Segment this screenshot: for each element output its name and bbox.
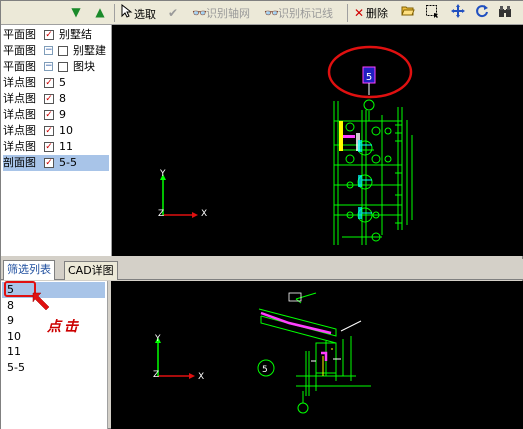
drawing-tree: 平面图 ✓ 别墅结 平面图 − 别墅建 平面图 − 图块 详点图 ✓ 5 详点图 ✓ 8 详点图 ✓ 9 详点图 ✓ 1… <box>1 25 112 256</box>
tree-row-type: 平面图 <box>3 28 36 41</box>
move-arrows-icon <box>451 4 465 23</box>
tab-cad-detail-label: CAD详图 <box>68 264 114 277</box>
axis-x-label: X <box>201 209 207 219</box>
tree-row-type: 详点图 <box>3 76 36 89</box>
tree-row-label: 10 <box>59 124 73 137</box>
axis-y-label: Y <box>159 169 166 179</box>
tree-toolbar: ▼ ▲ <box>1 1 112 25</box>
collapse-icon[interactable]: − <box>44 62 53 71</box>
box-select-icon <box>425 4 439 23</box>
app-window: ▼ ▲ 选取 ✔ 👓识别轴网 👓识别标记线 ✕ 删除 平面图 ✓ 别墅结 平面图… <box>0 0 523 429</box>
tree-row[interactable]: 平面图 − 图块 <box>3 59 109 75</box>
arrow-up-icon[interactable]: ▲ <box>93 5 107 19</box>
delete-x-icon: ✕ <box>353 6 365 20</box>
tree-row-label: 11 <box>59 140 73 153</box>
folder-open-icon <box>401 4 415 22</box>
axis-y-label: Y <box>154 334 161 344</box>
tree-row-checkbox[interactable]: ✓ <box>44 30 54 40</box>
refresh-button[interactable] <box>475 4 489 22</box>
tree-row-label: 9 <box>59 108 66 121</box>
tab-filter-list-label: 筛选列表 <box>7 263 51 276</box>
axis-x-label: X <box>198 372 204 382</box>
tree-row-checkbox[interactable]: ✓ <box>44 78 54 88</box>
axis-z-label: Z <box>158 209 164 219</box>
cad-preview-canvas[interactable]: 5 Y Z X <box>112 25 523 256</box>
main-toolbar: 选取 ✔ 👓识别轴网 👓识别标记线 ✕ 删除 <box>112 1 523 25</box>
delete-label: 删除 <box>366 7 388 20</box>
tree-row[interactable]: 详点图 ✓ 5 <box>3 75 109 91</box>
tree-row-label: 5 <box>59 76 66 89</box>
delete-button[interactable]: ✕ 删除 <box>352 4 388 22</box>
tab-cad-detail[interactable]: CAD详图 <box>64 261 118 280</box>
tree-row[interactable]: 平面图 − 别墅建 <box>3 43 109 59</box>
tree-row-label: 图块 <box>73 60 95 73</box>
tree-row-type: 详点图 <box>3 124 36 137</box>
tree-row-type: 平面图 <box>3 44 36 57</box>
select-button[interactable]: 选取 <box>120 3 156 23</box>
identify-mark-label: 识别标记线 <box>278 7 333 20</box>
binoculars-button[interactable] <box>498 4 512 22</box>
binoculars-icon <box>498 4 512 23</box>
tab-strip: 筛选列表 CAD详图 <box>1 259 523 280</box>
refresh-icon <box>475 4 489 23</box>
tree-row-checkbox[interactable]: ✓ <box>44 94 54 104</box>
arrow-down-icon[interactable]: ▼ <box>69 5 83 19</box>
tree-row-checkbox[interactable]: ✓ <box>44 110 54 120</box>
tree-row[interactable]: 详点图 ✓ 8 <box>3 91 109 107</box>
identify-mark-button[interactable]: 👓识别标记线 <box>264 4 333 22</box>
filter-list: 5 8 9 10 11 5-5 点击 <box>1 281 108 429</box>
tab-filter-list[interactable]: 筛选列表 <box>3 260 55 280</box>
tree-row-label: 8 <box>59 92 66 105</box>
pan-button[interactable] <box>451 4 465 22</box>
list-item[interactable]: 11 <box>2 344 105 360</box>
glasses-icon: 👓 <box>192 6 207 20</box>
select-label: 选取 <box>134 8 156 21</box>
tree-row[interactable]: 详点图 ✓ 10 <box>3 123 109 139</box>
toolbar-separator <box>347 4 348 22</box>
tree-row-label: 别墅建 <box>73 44 106 57</box>
box-select-button[interactable] <box>425 4 439 22</box>
checkmark-icon: ✔ <box>167 6 179 20</box>
tree-row-checkbox[interactable]: ✓ <box>44 126 54 136</box>
tree-row-type: 平面图 <box>3 60 36 73</box>
tree-row-checkbox[interactable] <box>58 62 68 72</box>
identify-axis-label: 识别轴网 <box>206 7 250 20</box>
tree-row-type: 剖面图 <box>3 156 36 169</box>
check-button[interactable]: ✔ <box>166 4 180 22</box>
tree-row[interactable]: 详点图 ✓ 9 <box>3 107 109 123</box>
detail-tag-label: 5 <box>366 72 372 83</box>
open-folder-button[interactable] <box>401 4 415 22</box>
tree-row-checkbox[interactable] <box>58 46 68 56</box>
tree-row-checkbox[interactable]: ✓ <box>44 142 54 152</box>
glasses-icon: 👓 <box>264 6 279 20</box>
toolbar-separator <box>114 4 115 22</box>
collapse-icon[interactable]: − <box>44 46 53 55</box>
list-item[interactable]: 8 <box>2 298 105 314</box>
list-item[interactable]: 5-5 <box>2 360 105 376</box>
identify-axis-button[interactable]: 👓识别轴网 <box>192 4 250 22</box>
cad-detail-canvas[interactable]: 5 Y Z X <box>111 281 523 429</box>
tree-row-checkbox[interactable]: ✓ <box>44 158 54 168</box>
tree-row-type: 详点图 <box>3 92 36 105</box>
tree-row[interactable]: 平面图 ✓ 别墅结 <box>3 27 109 43</box>
tree-row-label: 5-5 <box>59 156 77 169</box>
tree-row[interactable]: 详点图 ✓ 11 <box>3 139 109 155</box>
tree-row[interactable]: 剖面图 ✓ 5-5 <box>3 155 109 171</box>
tree-row-label: 别墅结 <box>59 28 92 41</box>
tree-row-type: 详点图 <box>3 140 36 153</box>
axis-z-label: Z <box>153 370 159 380</box>
pointer-icon <box>120 3 134 23</box>
red-pointer-icon <box>32 292 50 311</box>
detail-circle-label: 5 <box>262 365 268 375</box>
click-annotation: 点击 <box>47 319 81 335</box>
tree-row-type: 详点图 <box>3 108 36 121</box>
